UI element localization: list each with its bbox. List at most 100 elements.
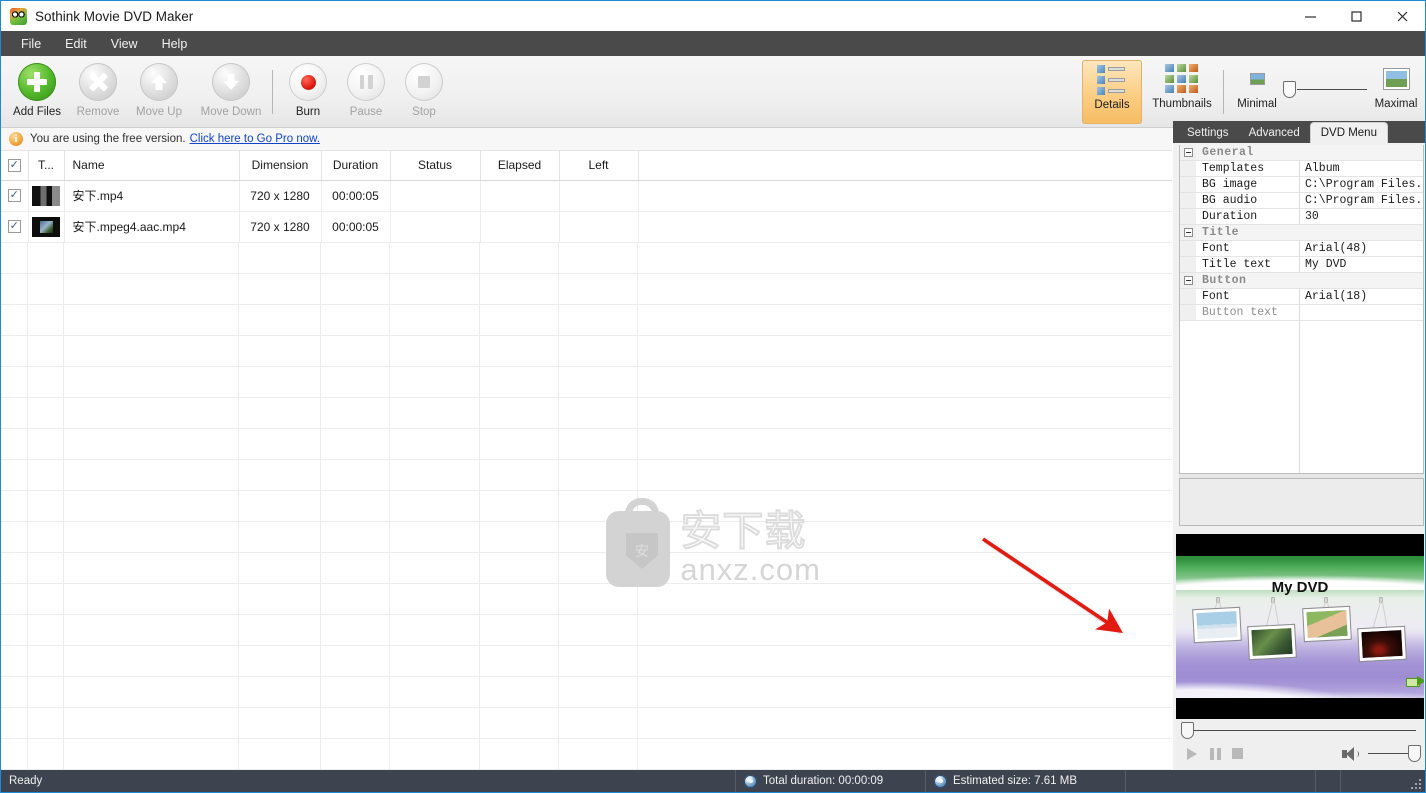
property-value[interactable]: 30	[1300, 209, 1423, 224]
move-up-button[interactable]: Move Up	[126, 60, 192, 124]
next-page-arrow-icon[interactable]	[1406, 676, 1424, 687]
burn-button[interactable]: Burn	[275, 60, 341, 124]
volume-slider-track[interactable]	[1368, 753, 1412, 754]
select-all-checkbox[interactable]: ✓	[7, 158, 21, 172]
close-icon[interactable]	[1379, 1, 1425, 31]
property-category-title[interactable]: Title	[1180, 225, 1423, 241]
minimize-icon[interactable]	[1287, 1, 1333, 31]
row-checkbox-cell[interactable]: ✓	[1, 180, 29, 212]
table-row-empty[interactable]	[1, 552, 1172, 584]
property-category-general[interactable]: General	[1180, 145, 1423, 161]
table-row[interactable]: ✓ 安下.mp4 720 x 1280 00:00:05	[1, 180, 1172, 212]
header-name[interactable]: Name	[64, 151, 240, 181]
table-row-empty[interactable]	[1, 242, 1172, 274]
row-checkbox[interactable]: ✓	[7, 189, 21, 202]
table-row-empty[interactable]	[1, 273, 1172, 305]
table-cell-empty	[28, 521, 64, 553]
property-row[interactable]: Duration 30	[1180, 209, 1423, 225]
header-select-all[interactable]: ✓	[1, 151, 29, 181]
property-row[interactable]: Font Arial(48)	[1180, 241, 1423, 257]
property-row[interactable]: Button text	[1180, 305, 1423, 321]
header-dimension[interactable]: Dimension	[239, 151, 322, 181]
table-cell-empty	[480, 304, 559, 336]
property-value[interactable]: Arial(48)	[1300, 241, 1423, 256]
volume-slider-thumb[interactable]	[1408, 745, 1421, 762]
property-row[interactable]: Font Arial(18)	[1180, 289, 1423, 305]
details-label: Details	[1094, 99, 1130, 111]
resize-grip[interactable]	[1411, 779, 1422, 790]
table-row-empty[interactable]	[1, 738, 1172, 770]
property-category-button[interactable]: Button	[1180, 273, 1423, 289]
table-row-empty[interactable]	[1, 676, 1172, 708]
tab-settings[interactable]: Settings	[1177, 124, 1239, 143]
table-row-empty[interactable]	[1, 614, 1172, 646]
tab-advanced[interactable]: Advanced	[1239, 124, 1310, 143]
menu-item-help[interactable]: Help	[151, 34, 199, 54]
header-status[interactable]: Status	[390, 151, 481, 181]
property-row[interactable]: Title text My DVD	[1180, 257, 1423, 273]
property-value[interactable]: Arial(18)	[1300, 289, 1423, 304]
stop-button-icon[interactable]	[1232, 748, 1243, 759]
pause-button[interactable]: Pause	[333, 60, 399, 124]
stop-button[interactable]: Stop	[391, 60, 457, 124]
record-circle-icon	[289, 63, 327, 101]
table-row-empty[interactable]	[1, 397, 1172, 429]
row-checkbox-cell[interactable]: ✓	[1, 211, 29, 243]
seek-slider-track[interactable]	[1194, 730, 1416, 731]
tab-dvd-menu[interactable]: DVD Menu	[1309, 122, 1388, 143]
move-up-label: Move Up	[135, 106, 183, 118]
table-row-empty[interactable]	[1, 335, 1172, 367]
file-list[interactable]: ✓ T... Name Dimension Duration Status El…	[1, 151, 1172, 771]
property-row[interactable]: BG audioC:\Program Files...	[1180, 193, 1423, 209]
table-row-empty[interactable]	[1, 459, 1172, 491]
property-grid[interactable]: General Templates Album BG image C:\Program …	[1179, 145, 1424, 474]
header-duration[interactable]: Duration	[321, 151, 391, 181]
row-checkbox[interactable]: ✓	[7, 220, 21, 233]
move-down-button[interactable]: Move Down	[198, 60, 264, 124]
header-type[interactable]: T...	[28, 151, 65, 181]
table-row-empty[interactable]	[1, 304, 1172, 336]
table-row-empty[interactable]	[1, 583, 1172, 615]
play-button-icon[interactable]	[1187, 748, 1197, 760]
property-value[interactable]: Album	[1300, 161, 1423, 176]
header-left[interactable]: Left	[559, 151, 639, 181]
zoom-maximal[interactable]: Maximal	[1369, 60, 1423, 124]
seek-slider-thumb[interactable]	[1181, 722, 1194, 739]
table-row-empty[interactable]	[1, 490, 1172, 522]
property-value[interactable]: C:\Program Files...	[1300, 177, 1423, 192]
speaker-icon[interactable]	[1342, 747, 1359, 761]
maximize-icon[interactable]	[1333, 1, 1379, 31]
collapse-toggle[interactable]	[1180, 273, 1196, 288]
zoom-slider-thumb[interactable]	[1283, 81, 1296, 98]
property-row[interactable]: Templates Album	[1180, 161, 1423, 177]
menu-item-file[interactable]: File	[10, 34, 52, 54]
collapse-toggle[interactable]	[1180, 145, 1196, 160]
table-row[interactable]: ✓ 安下.mpeg4.aac.mp4 720 x 1280 00:00:05	[1, 211, 1172, 243]
pause-button-icon[interactable]	[1210, 748, 1221, 760]
table-cell-empty	[390, 335, 480, 367]
property-value[interactable]: C:\Program Files...	[1300, 193, 1423, 208]
menu-item-view[interactable]: View	[100, 34, 149, 54]
arrow-down-circle-icon	[212, 63, 250, 101]
dvd-menu-preview[interactable]: My DVD	[1176, 534, 1424, 719]
collapse-toggle[interactable]	[1180, 225, 1196, 240]
table-row-empty[interactable]	[1, 707, 1172, 739]
table-row-empty[interactable]	[1, 242, 1172, 771]
property-value[interactable]: My DVD	[1300, 257, 1423, 272]
table-cell-empty	[239, 242, 321, 274]
remove-button[interactable]: Remove	[65, 60, 131, 124]
table-row-empty[interactable]	[1, 521, 1172, 553]
menu-item-edit[interactable]: Edit	[54, 34, 98, 54]
table-row-empty[interactable]	[1, 428, 1172, 460]
view-mode-details[interactable]: Details	[1082, 60, 1142, 124]
table-row-empty[interactable]	[1, 366, 1172, 398]
view-mode-thumbnails[interactable]: Thumbnails	[1147, 60, 1217, 124]
add-files-button[interactable]: Add Files	[4, 60, 70, 124]
go-pro-link[interactable]: Click here to Go Pro now.	[190, 133, 320, 145]
table-row-empty[interactable]	[1, 645, 1172, 677]
property-value[interactable]	[1300, 305, 1423, 320]
header-elapsed[interactable]: Elapsed	[480, 151, 560, 181]
property-row[interactable]: BG imageC:\Program Files...	[1180, 177, 1423, 193]
zoom-minimal[interactable]: Minimal	[1231, 60, 1283, 124]
zoom-slider-track[interactable]	[1297, 89, 1367, 90]
